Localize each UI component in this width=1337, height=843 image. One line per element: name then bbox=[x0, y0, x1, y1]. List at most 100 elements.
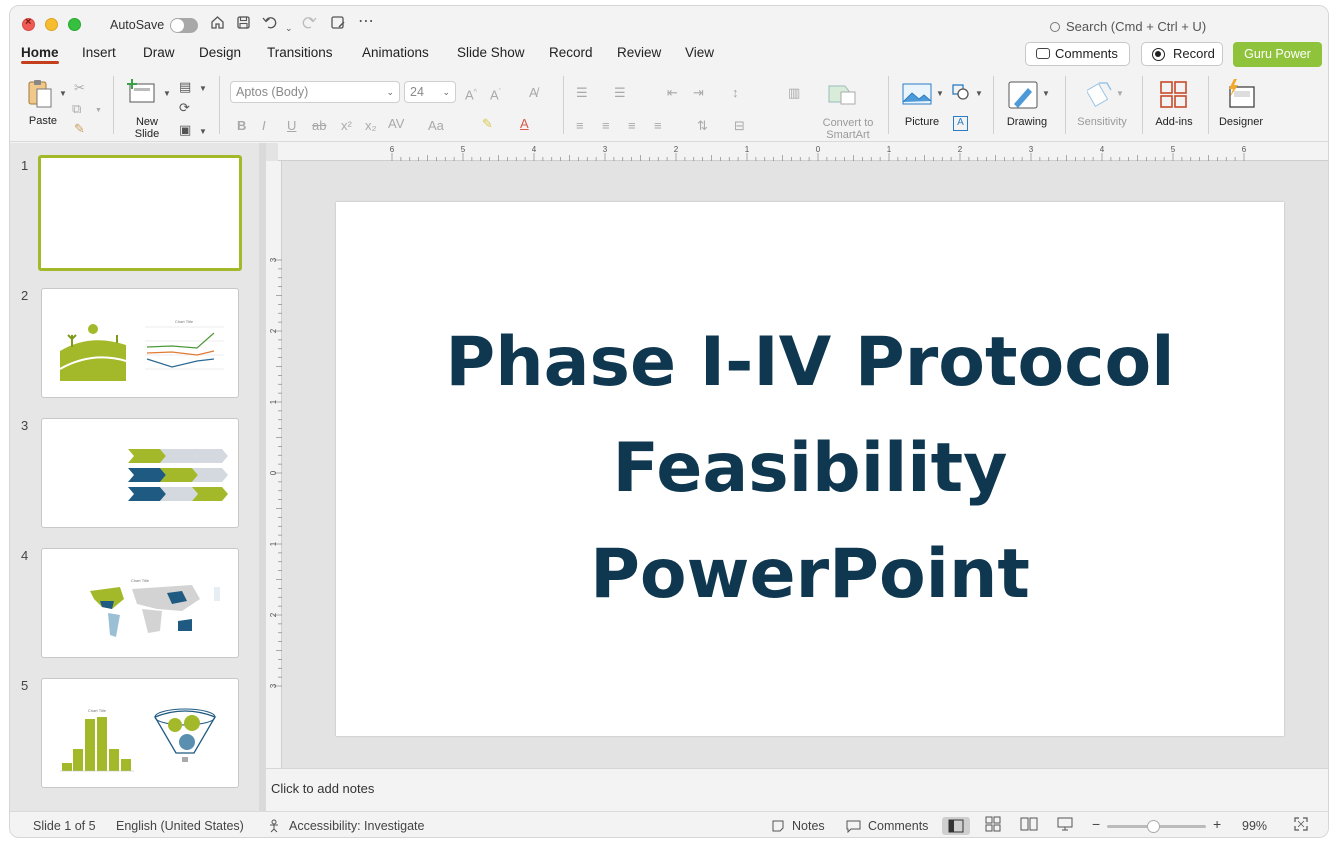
accessibility-status[interactable]: Accessibility: Investigate bbox=[289, 819, 424, 833]
guru-power-button[interactable]: Guru Power bbox=[1233, 42, 1322, 67]
convert-smartart-icon bbox=[827, 82, 857, 111]
language-indicator[interactable]: English (United States) bbox=[116, 819, 244, 833]
fit-to-window-icon[interactable] bbox=[1293, 816, 1309, 835]
section-icon[interactable]: ▣ bbox=[179, 122, 191, 138]
picture-icon[interactable] bbox=[902, 82, 932, 111]
ribbon-separator bbox=[1142, 76, 1143, 134]
tab-slide-show[interactable]: Slide Show bbox=[457, 44, 525, 68]
autosave-toggle[interactable] bbox=[170, 18, 198, 33]
drawing-icon[interactable] bbox=[1008, 80, 1040, 117]
reading-view-icon[interactable] bbox=[1020, 816, 1038, 835]
slide-thumbnail-3[interactable] bbox=[41, 418, 239, 528]
sensitivity-label: Sensitivity bbox=[1077, 116, 1127, 128]
normal-view-icon bbox=[948, 819, 964, 833]
new-slide-dropdown-icon[interactable]: ▼ bbox=[163, 86, 171, 102]
slide-number: 3 bbox=[21, 418, 29, 433]
current-slide[interactable]: Phase I-IV Protocol Feasibility PowerPoi… bbox=[336, 202, 1284, 736]
change-case-icon: Aa bbox=[428, 118, 444, 133]
comments-toggle[interactable]: Comments bbox=[868, 819, 928, 833]
search-field[interactable]: Search (Cmd + Ctrl + U) bbox=[1050, 19, 1206, 34]
tab-record[interactable]: Record bbox=[549, 44, 593, 68]
notes-pane[interactable]: Click to add notes bbox=[266, 768, 1328, 811]
tab-insert[interactable]: Insert bbox=[82, 44, 116, 68]
paste-dropdown-icon[interactable]: ▼ bbox=[59, 86, 67, 102]
slide-title-line-3: PowerPoint bbox=[590, 535, 1030, 614]
thumb-5-chart-title: Chart Title bbox=[88, 708, 107, 713]
ruler-label: 2 bbox=[674, 145, 679, 154]
highlight-icon: ✎ bbox=[482, 116, 493, 131]
strikethrough-icon: ab bbox=[312, 118, 327, 133]
font-size-value: 24 bbox=[410, 85, 424, 99]
zoom-slider[interactable] bbox=[1107, 820, 1206, 833]
slide-thumbnails-panel[interactable]: 1 2 Chart Title 3 4 Chart Title 5 Chart … bbox=[10, 143, 259, 811]
tab-design[interactable]: Design bbox=[199, 44, 241, 68]
home-icon[interactable] bbox=[210, 15, 225, 36]
format-painter-icon[interactable]: ✎ bbox=[74, 121, 85, 137]
font-size-select[interactable]: 24 ⌄ bbox=[404, 81, 456, 103]
horizontal-ruler: 6 5 4 3 2 1 0 1 2 3 4 5 6 bbox=[278, 143, 1328, 161]
tab-animations[interactable]: Animations bbox=[362, 44, 429, 68]
increase-indent-icon: ⇥ bbox=[693, 85, 704, 100]
record-button[interactable]: Record bbox=[1141, 42, 1223, 66]
zoom-window-button[interactable] bbox=[68, 18, 81, 31]
add-ins-icon[interactable] bbox=[1160, 81, 1188, 114]
tab-view[interactable]: View bbox=[685, 44, 714, 68]
zoom-out-icon[interactable]: − bbox=[1092, 816, 1100, 832]
zoom-slider-thumb[interactable] bbox=[1147, 820, 1160, 833]
thumbnails-scrollbar[interactable] bbox=[259, 143, 266, 811]
undo-dropdown-chevron-icon[interactable]: ⌄ bbox=[285, 18, 293, 38]
save-as-icon[interactable] bbox=[330, 15, 346, 36]
normal-view-button[interactable] bbox=[942, 817, 970, 835]
picture-dropdown-icon[interactable]: ▼ bbox=[936, 86, 944, 102]
paste-icon[interactable] bbox=[26, 78, 54, 115]
comments-toggle-icon[interactable] bbox=[846, 819, 861, 836]
font-name-select[interactable]: Aptos (Body) ⌄ bbox=[230, 81, 400, 103]
shapes-dropdown-icon[interactable]: ▼ bbox=[975, 86, 983, 102]
more-options-icon[interactable]: ⋯ bbox=[358, 12, 374, 32]
undo-icon[interactable] bbox=[262, 15, 280, 36]
slide-thumbnail-1[interactable] bbox=[38, 155, 242, 271]
drawing-dropdown-icon[interactable]: ▼ bbox=[1042, 86, 1050, 102]
notes-toggle[interactable]: Notes bbox=[792, 819, 825, 833]
slide-show-icon[interactable] bbox=[1057, 816, 1073, 835]
character-spacing-icon: AV bbox=[388, 116, 405, 131]
bold-icon: B bbox=[237, 118, 247, 133]
new-slide-icon[interactable] bbox=[126, 78, 158, 111]
paste-label: Paste bbox=[28, 115, 58, 127]
tab-draw[interactable]: Draw bbox=[143, 44, 175, 68]
reset-slide-icon[interactable]: ⟳ bbox=[179, 100, 190, 116]
section-dropdown-icon[interactable]: ▼ bbox=[199, 124, 207, 140]
sensitivity-icon bbox=[1085, 80, 1113, 113]
designer-icon[interactable] bbox=[1225, 79, 1257, 114]
minimize-window-button[interactable] bbox=[45, 18, 58, 31]
slide-thumbnail-2[interactable]: Chart Title bbox=[41, 288, 239, 398]
tab-review[interactable]: Review bbox=[617, 44, 661, 68]
text-direction-icon: ⇅ bbox=[697, 118, 708, 133]
tab-transitions[interactable]: Transitions bbox=[267, 44, 333, 68]
slide-thumbnail-5[interactable]: Chart Title bbox=[41, 678, 239, 788]
tab-home[interactable]: Home bbox=[21, 44, 59, 68]
ruler-label: 3 bbox=[269, 683, 278, 688]
text-box-icon[interactable]: A bbox=[953, 116, 968, 131]
underline-icon: U bbox=[287, 118, 297, 133]
zoom-in-icon[interactable]: + bbox=[1213, 816, 1221, 832]
zoom-level[interactable]: 99% bbox=[1242, 819, 1267, 833]
ruler-label: 6 bbox=[390, 145, 395, 154]
thumbnail-5-graphic: Chart Title bbox=[60, 708, 216, 772]
slide-sorter-icon[interactable] bbox=[985, 816, 1001, 835]
slide-title[interactable]: Phase I-IV Protocol Feasibility PowerPoi… bbox=[336, 310, 1284, 628]
notes-toggle-icon[interactable] bbox=[771, 819, 785, 836]
slide-title-line-1: Phase I-IV Protocol bbox=[445, 323, 1175, 402]
ruler-label: 4 bbox=[1100, 145, 1105, 154]
layout-icon[interactable]: ▤ bbox=[179, 79, 191, 95]
italic-icon: I bbox=[262, 118, 266, 133]
layout-dropdown-icon[interactable]: ▼ bbox=[199, 81, 207, 97]
close-window-button[interactable] bbox=[22, 16, 35, 31]
thumb-2-chart-title: Chart Title bbox=[175, 319, 194, 324]
slide-thumbnail-4[interactable]: Chart Title bbox=[41, 548, 239, 658]
comments-button[interactable]: Comments bbox=[1025, 42, 1130, 66]
copy-icon: ⧉ bbox=[72, 101, 82, 116]
save-icon[interactable] bbox=[236, 15, 251, 36]
justify-icon: ≡ bbox=[654, 118, 662, 133]
shapes-icon[interactable] bbox=[952, 84, 970, 105]
